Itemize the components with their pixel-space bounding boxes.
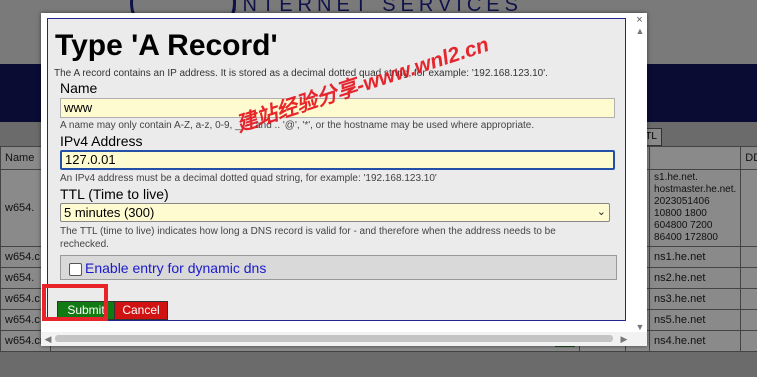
name-label: Name <box>60 80 98 96</box>
ipv4-input[interactable]: 127.0.01 <box>60 150 615 170</box>
scroll-left-icon[interactable]: ◀ <box>43 334 53 344</box>
scroll-down-icon[interactable]: ▼ <box>635 323 645 332</box>
page-title: Type 'A Record' <box>55 29 278 62</box>
horizontal-scrollbar[interactable]: ◀ ▶ <box>41 332 647 346</box>
a-record-form: Type 'A Record' The A record contains an… <box>47 18 626 321</box>
scroll-up-icon[interactable]: ▲ <box>635 27 645 36</box>
scrollbar-thumb[interactable] <box>55 335 613 342</box>
vertical-scrollbar[interactable]: ▲ ▼ <box>633 27 647 332</box>
dynamic-dns-section: Enable entry for dynamic dns <box>60 255 617 280</box>
ttl-help-line2: rechecked. <box>60 239 109 250</box>
intro-text: The A record contains an IP address. It … <box>54 68 548 79</box>
dynamic-dns-checkbox[interactable] <box>69 263 82 276</box>
add-record-modal: × Type 'A Record' The A record contains … <box>41 13 647 346</box>
cancel-button[interactable]: Cancel <box>114 301 168 320</box>
ttl-select[interactable]: 5 minutes (300) ⌄ <box>60 203 610 222</box>
ipv4-label: IPv4 Address <box>60 133 143 149</box>
scroll-right-icon[interactable]: ▶ <box>619 334 629 344</box>
ttl-help-line1: The TTL (time to live) indicates how lon… <box>60 226 556 237</box>
ttl-selected-value: 5 minutes (300) <box>64 205 155 220</box>
name-help: A name may only contain A-Z, a-z, 0-9, _… <box>60 120 535 131</box>
ttl-label: TTL (Time to live) <box>60 186 169 202</box>
ipv4-help: An IPv4 address must be a decimal dotted… <box>60 173 437 184</box>
close-icon[interactable]: × <box>634 15 645 26</box>
dynamic-dns-label[interactable]: Enable entry for dynamic dns <box>85 260 266 276</box>
table-header-ddns: DD <box>740 146 757 170</box>
chevron-down-icon: ⌄ <box>596 206 606 218</box>
submit-highlight-box <box>42 284 108 321</box>
